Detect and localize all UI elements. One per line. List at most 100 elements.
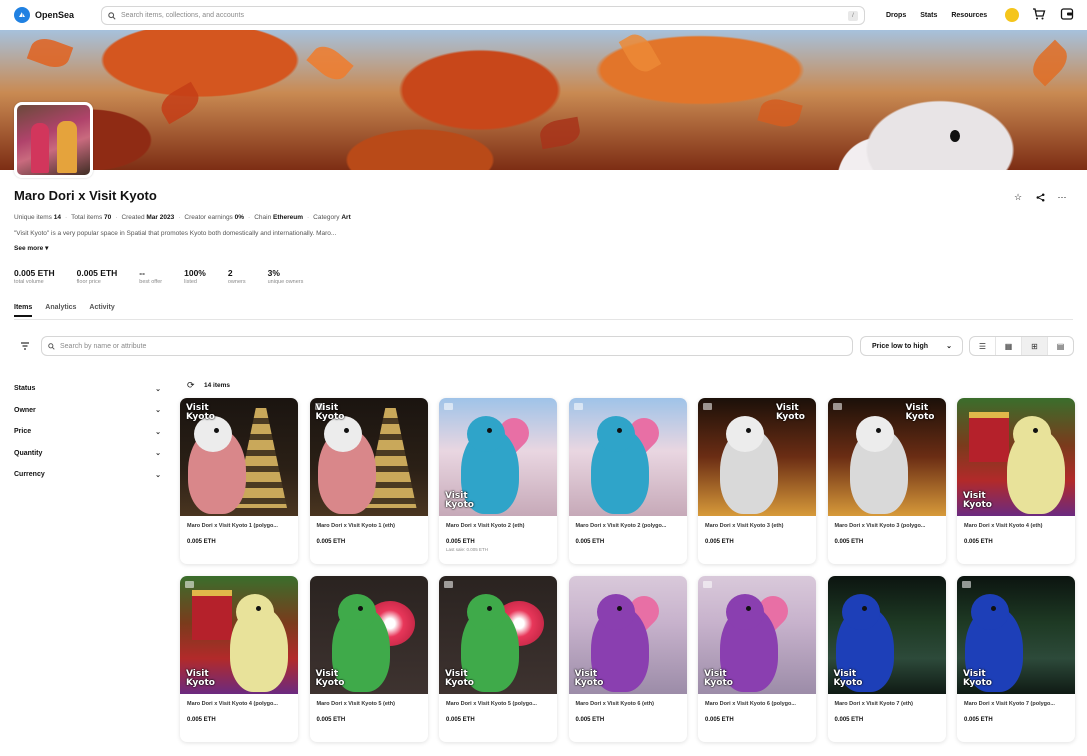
filter-owner[interactable]: Owner ⌄ [14, 400, 161, 422]
item-card[interactable]: Visit Kyoto Maro Dori x Visit Kyoto 2 (et… [439, 398, 557, 564]
item-price: 0.005 ETH [575, 717, 605, 723]
grid-small-view-icon[interactable]: ▦ [996, 337, 1022, 355]
global-search-input[interactable]: Search items, collections, and accounts … [101, 6, 865, 25]
item-card[interactable]: Visit Kyoto Maro Dori x Visit Kyoto 4 (po… [180, 576, 298, 742]
item-name[interactable]: Maro Dori x Visit Kyoto 2 (polygo... [569, 516, 687, 529]
item-image[interactable]: Visit Kyoto [180, 576, 298, 694]
cart-icon[interactable] [1032, 7, 1046, 21]
item-card[interactable]: Visit Kyoto Maro Dori x Visit Kyoto 6 (et… [568, 576, 687, 742]
stat-listed: 100% listed [184, 268, 206, 285]
item-name[interactable]: Maro Dori x Visit Kyoto 7 (polygo... [957, 694, 1075, 707]
item-image[interactable]: Visit Kyoto [827, 398, 946, 516]
item-name[interactable]: Maro Dori x Visit Kyoto 3 (eth) [698, 516, 816, 529]
chevron-down-icon: ⌄ [155, 428, 161, 436]
item-image[interactable]: Visit Kyoto [439, 398, 557, 516]
search-icon [108, 11, 116, 20]
visit-kyoto-logo: Visit Kyoto [963, 491, 992, 510]
collection-stats: 0.005 ETH total volume 0.005 ETH floor pri… [14, 268, 325, 285]
view-mode-toggle: ☰ ▦ ⊞ ▤ [969, 336, 1074, 356]
item-card[interactable]: Visit Kyoto Maro Dori x Visit Kyoto 3 (et… [698, 398, 816, 564]
filter-status[interactable]: Status ⌄ [14, 378, 161, 400]
filter-sidebar: Status ⌄ Owner ⌄ Price ⌄ Quantity ⌄ Currency… [14, 378, 161, 486]
stat-total-volume: 0.005 ETH total volume [14, 268, 55, 285]
item-image[interactable]: Visit Kyoto [957, 398, 1075, 516]
stat-best-offer: -- best offer [139, 268, 163, 285]
item-image[interactable]: Visit Kyoto [827, 576, 946, 694]
item-card[interactable]: Visit Kyoto Maro Dori x Visit Kyoto 1 (po… [180, 398, 298, 564]
item-image[interactable]: Visit Kyoto [698, 398, 816, 516]
item-card[interactable]: Visit Kyoto Maro Dori x Visit Kyoto 1 (et… [309, 398, 428, 564]
item-name[interactable]: Maro Dori x Visit Kyoto 7 (eth) [828, 694, 946, 707]
item-name[interactable]: Maro Dori x Visit Kyoto 6 (eth) [569, 694, 687, 707]
item-image[interactable]: Visit Kyoto [568, 576, 687, 694]
item-name[interactable]: Maro Dori x Visit Kyoto 4 (eth) [957, 516, 1075, 529]
item-image[interactable]: Visit Kyoto [180, 398, 298, 516]
favorite-star-icon[interactable]: ☆ [1013, 192, 1023, 202]
item-name[interactable]: Maro Dori x Visit Kyoto 1 (polygo... [180, 516, 298, 529]
chain-badge-icon [703, 403, 712, 410]
stat-unique-owners: 3% unique owners [267, 268, 304, 285]
search-shortcut-badge: / [848, 10, 858, 21]
item-name[interactable]: Maro Dori x Visit Kyoto 2 (eth) [439, 516, 557, 529]
item-card[interactable]: Visit Kyoto Maro Dori x Visit Kyoto 4 (et… [957, 398, 1075, 564]
brand-name: OpenSea [35, 10, 75, 20]
filter-quantity[interactable]: Quantity ⌄ [14, 443, 161, 465]
wallet-avatar[interactable] [1005, 8, 1019, 22]
filter-price[interactable]: Price ⌄ [14, 421, 161, 443]
item-card[interactable]: Visit Kyoto Maro Dori x Visit Kyoto 3 (po… [827, 398, 946, 564]
filter-currency[interactable]: Currency ⌄ [14, 464, 161, 486]
item-price: 0.005 ETH [705, 717, 734, 723]
item-card[interactable]: Visit Kyoto Maro Dori x Visit Kyoto 5 (et… [309, 576, 428, 742]
item-name[interactable]: Maro Dori x Visit Kyoto 5 (eth) [310, 694, 428, 707]
opensea-logo[interactable]: OpenSea [14, 7, 100, 23]
item-image[interactable]: Visit Kyoto [309, 398, 428, 516]
more-options-icon[interactable]: ⋯ [1057, 192, 1067, 202]
item-card[interactable]: Maro Dori x Visit Kyoto 2 (polygo... 0.00… [568, 398, 687, 564]
item-card[interactable]: Visit Kyoto Maro Dori x Visit Kyoto 7 (po… [957, 576, 1075, 742]
visit-kyoto-logo: Visit Kyoto [315, 403, 345, 422]
list-view-icon[interactable]: ☰ [970, 337, 996, 355]
item-name[interactable]: Maro Dori x Visit Kyoto 3 (polygo... [828, 516, 946, 529]
meta-unique-items: Unique items 14 [14, 214, 61, 221]
item-price: 0.005 ETH [446, 539, 475, 545]
item-price: 0.005 ETH [705, 539, 734, 545]
chevron-down-icon: ⌄ [946, 343, 952, 350]
filter-icon[interactable] [20, 341, 30, 351]
tab-items[interactable]: Items [14, 304, 33, 317]
nav-link-stats[interactable]: Stats [920, 12, 937, 19]
item-name[interactable]: Maro Dori x Visit Kyoto 5 (polygo... [439, 694, 557, 707]
item-image[interactable]: Visit Kyoto [957, 576, 1075, 694]
item-name[interactable]: Maro Dori x Visit Kyoto 6 (polygo... [698, 694, 816, 707]
stat-floor-price: 0.005 ETH floor price [76, 268, 118, 285]
item-name[interactable]: Maro Dori x Visit Kyoto 4 (polygo... [180, 694, 298, 707]
visit-kyoto-logo: Visit Kyoto [445, 669, 474, 688]
item-image[interactable] [568, 398, 687, 516]
item-image[interactable]: Visit Kyoto [309, 576, 428, 694]
sort-dropdown[interactable]: Price low to high ⌄ [860, 336, 963, 356]
tab-activity[interactable]: Activity [89, 304, 114, 317]
grid-view-icon[interactable]: ⊞ [1022, 337, 1048, 355]
collection-meta: Unique items 14 · Total items 70 · Created… [14, 214, 351, 221]
item-card[interactable]: Visit Kyoto Maro Dori x Visit Kyoto 5 (po… [439, 576, 557, 742]
item-image[interactable]: Visit Kyoto [698, 576, 816, 694]
top-nav: OpenSea Search items, collections, and a… [0, 0, 1087, 30]
item-price: 0.005 ETH [834, 539, 864, 545]
chain-badge-icon [962, 581, 971, 588]
nav-link-drops[interactable]: Drops [886, 12, 906, 19]
item-card[interactable]: Visit Kyoto Maro Dori x Visit Kyoto 6 (po… [698, 576, 816, 742]
item-card[interactable]: Visit Kyoto Maro Dori x Visit Kyoto 7 (et… [827, 576, 946, 742]
share-icon[interactable] [1035, 192, 1045, 202]
visit-kyoto-logo: Visit Kyoto [905, 403, 935, 422]
visit-kyoto-logo: Visit Kyoto [186, 403, 215, 422]
refresh-icon[interactable]: ⟳ [187, 380, 195, 391]
grid-large-view-icon[interactable]: ▤ [1048, 337, 1073, 355]
tab-analytics[interactable]: Analytics [45, 304, 76, 317]
chain-badge-icon [703, 581, 712, 588]
attribute-search-input[interactable]: Search by name or attribute [41, 336, 853, 356]
chevron-down-icon: ⌄ [155, 385, 161, 393]
nav-link-resources[interactable]: Resources [951, 12, 987, 19]
see-more-link[interactable]: See more ▾ [14, 244, 48, 252]
account-icon[interactable] [1060, 7, 1074, 21]
item-name[interactable]: Maro Dori x Visit Kyoto 1 (eth) [310, 516, 428, 529]
item-image[interactable]: Visit Kyoto [439, 576, 557, 694]
